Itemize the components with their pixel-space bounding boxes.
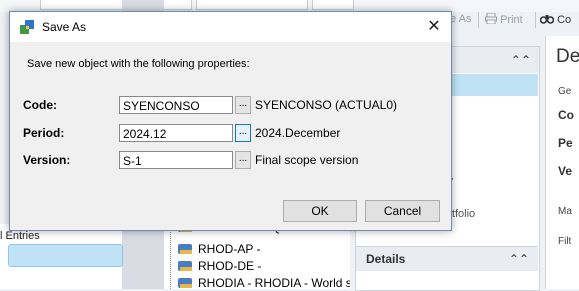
dialog-intro-text: Save new object with the following prope…: [27, 58, 250, 70]
details-section-header[interactable]: Details ⌃⌃: [356, 246, 538, 271]
tree-item-label: RHOD-AP -: [198, 242, 261, 256]
version-browse-button[interactable]: ...: [235, 151, 251, 169]
ok-button[interactable]: OK: [283, 200, 357, 222]
top-field: [312, 0, 354, 10]
collapse-chevron-icon[interactable]: ⌃⌃: [509, 252, 529, 266]
tree-item-label: RHOD-DE -: [198, 259, 262, 273]
right-panel-title: De: [556, 46, 579, 67]
period-field[interactable]: 2024.12: [119, 124, 233, 142]
period-label: Period:: [23, 126, 65, 140]
details-title: Details: [366, 252, 406, 266]
right-panel-period-label: Pe: [558, 136, 573, 150]
dialog-title: Save As: [42, 20, 87, 34]
tree-item-label: RHODIA - RHODIA - World sc: [198, 276, 350, 289]
tree-item[interactable]: RHODIA - RHODIA - World sc: [178, 275, 350, 289]
top-field: [196, 0, 308, 10]
toolbar-separator: [535, 12, 536, 28]
save-as-toolbar-button[interactable]: e As: [450, 13, 471, 25]
right-panel-group-label: Ge: [558, 86, 572, 97]
period-browse-button[interactable]: ...: [235, 124, 251, 142]
right-panel-filter-label: Filt: [558, 236, 572, 247]
tree-item[interactable]: RHOD-DE -: [178, 258, 261, 274]
entries-label: l Entries: [0, 230, 40, 242]
code-browse-button[interactable]: ...: [235, 96, 251, 114]
folder-icon: [178, 278, 192, 288]
right-panel-label: Ma: [558, 206, 572, 217]
printer-icon: [485, 12, 497, 25]
right-panel-version-label: Ve: [558, 164, 573, 178]
code-description: SYENCONSO (ACTUAL0): [255, 98, 398, 112]
compare-label: Co: [557, 14, 572, 26]
cancel-button[interactable]: Cancel: [365, 200, 440, 222]
binoculars-icon: [539, 15, 555, 24]
collapse-chevron-icon[interactable]: ⌃⌃: [511, 53, 531, 67]
version-description: Final scope version: [255, 153, 359, 167]
tree-item[interactable]: RHOD-AP -: [178, 241, 260, 257]
background-toolbar: e As Print Co: [440, 8, 579, 32]
top-field: [40, 0, 192, 10]
period-description: 2024.December: [255, 126, 341, 140]
version-label: Version:: [23, 153, 71, 167]
tree-connector: [170, 224, 172, 289]
right-panel-code-label: Co: [558, 108, 574, 122]
folder-icon: [178, 244, 192, 254]
left-panel-selected-item[interactable]: [8, 244, 123, 267]
save-as-app-icon: [20, 20, 34, 34]
right-panel: De Ge Co Pe Ve Ma Filt: [545, 36, 579, 289]
close-icon[interactable]: ✕: [420, 15, 448, 39]
print-toolbar-button[interactable]: Print: [485, 12, 523, 26]
dialog-titlebar[interactable]: Save As ✕: [10, 12, 451, 42]
print-label: Print: [500, 14, 523, 26]
compare-toolbar-button[interactable]: Co: [539, 13, 572, 26]
save-as-dialog: Save As ✕ Save new object with the follo…: [9, 11, 452, 231]
object-tree: PREVSYENSQU - PREV SYEN RHOD-AP - RHOD-D…: [164, 224, 350, 289]
code-field[interactable]: SYENCONSO: [119, 96, 233, 114]
version-field[interactable]: S-1: [119, 151, 233, 169]
toolbar-separator: [478, 12, 479, 28]
code-label: Code:: [23, 98, 57, 112]
folder-icon: [178, 261, 192, 271]
